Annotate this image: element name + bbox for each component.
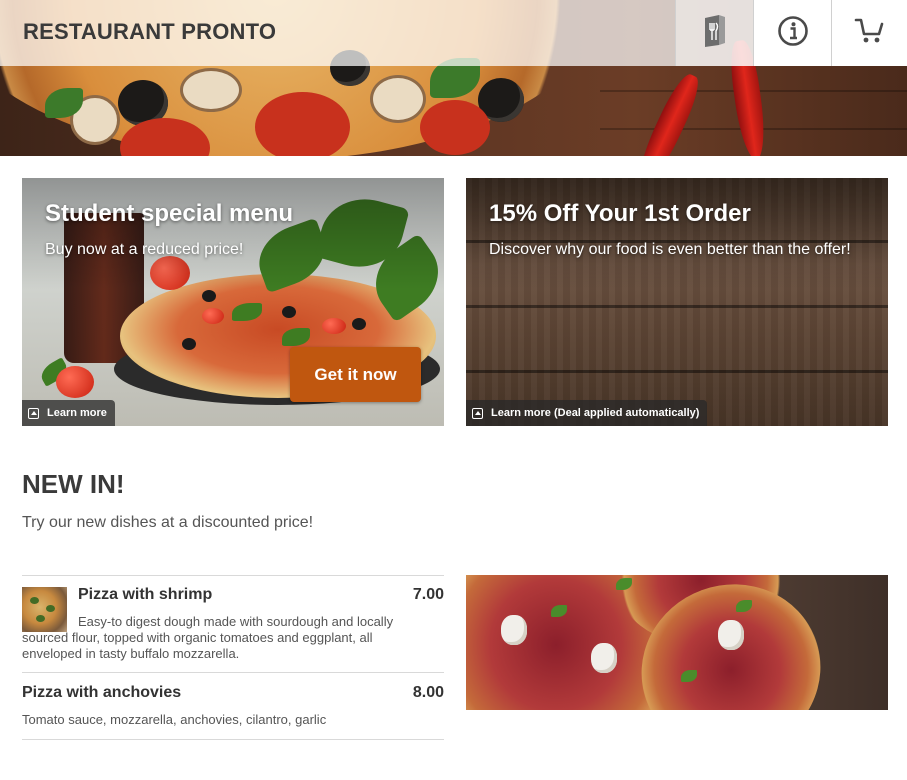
info-icon xyxy=(777,15,809,52)
dish-name: Pizza with anchovies xyxy=(22,684,182,701)
dish-item[interactable]: Pizza with shrimp 7.00 Easy-to digest do… xyxy=(22,575,444,672)
mushroom-decor xyxy=(180,68,242,112)
dish-price: 8.00 xyxy=(412,684,444,701)
dish-description: Tomato sauce, mozzarella, anchovies, cil… xyxy=(22,712,327,727)
cart-button[interactable] xyxy=(831,0,907,66)
learn-more-label: Learn more (Deal applied automatically) xyxy=(491,407,700,419)
promo-card-student-menu[interactable]: Student special menu Buy now at a reduce… xyxy=(22,178,444,426)
info-button[interactable] xyxy=(753,0,831,66)
promo-card-first-order-offer[interactable]: 15% Off Your 1st Order Discover why our … xyxy=(466,178,888,426)
dish-item[interactable]: Pizza with anchovies 8.00 Tomato sauce, … xyxy=(22,672,444,740)
tomato-decor xyxy=(420,100,490,155)
dish-photo xyxy=(466,575,888,710)
dish-description: Easy-to digest dough made with sourdough… xyxy=(22,614,394,661)
promo-subtitle: Buy now at a reduced price! xyxy=(45,241,244,258)
section-subtitle: Try our new dishes at a discounted price… xyxy=(22,514,314,531)
promo-subtitle: Discover why our food is even better tha… xyxy=(489,241,851,258)
expand-up-icon xyxy=(28,407,39,419)
top-bar: RESTAURANT PRONTO xyxy=(0,0,907,66)
promo-title: Student special menu xyxy=(45,200,294,227)
expand-up-icon xyxy=(472,407,483,419)
menu-book-icon xyxy=(701,14,729,53)
learn-more-label: Learn more xyxy=(47,407,107,419)
brand-title[interactable]: RESTAURANT PRONTO xyxy=(23,19,276,45)
cart-icon xyxy=(854,16,886,51)
learn-more-toggle[interactable]: Learn more (Deal applied automatically) xyxy=(466,400,708,426)
mushroom-decor xyxy=(501,615,527,645)
dish-price: 7.00 xyxy=(412,586,444,603)
mushroom-decor xyxy=(591,643,617,673)
promo-title: 15% Off Your 1st Order xyxy=(489,200,751,227)
dish-name: Pizza with shrimp xyxy=(78,586,213,603)
get-it-now-button[interactable]: Get it now xyxy=(290,347,421,402)
mushroom-decor xyxy=(370,75,426,123)
tomato-decor xyxy=(255,92,350,156)
mushroom-decor xyxy=(718,620,744,650)
chili-pepper-decor xyxy=(630,70,706,156)
learn-more-toggle[interactable]: Learn more xyxy=(22,400,115,426)
section-title: NEW IN! xyxy=(22,469,125,499)
menu-button[interactable] xyxy=(675,0,753,66)
